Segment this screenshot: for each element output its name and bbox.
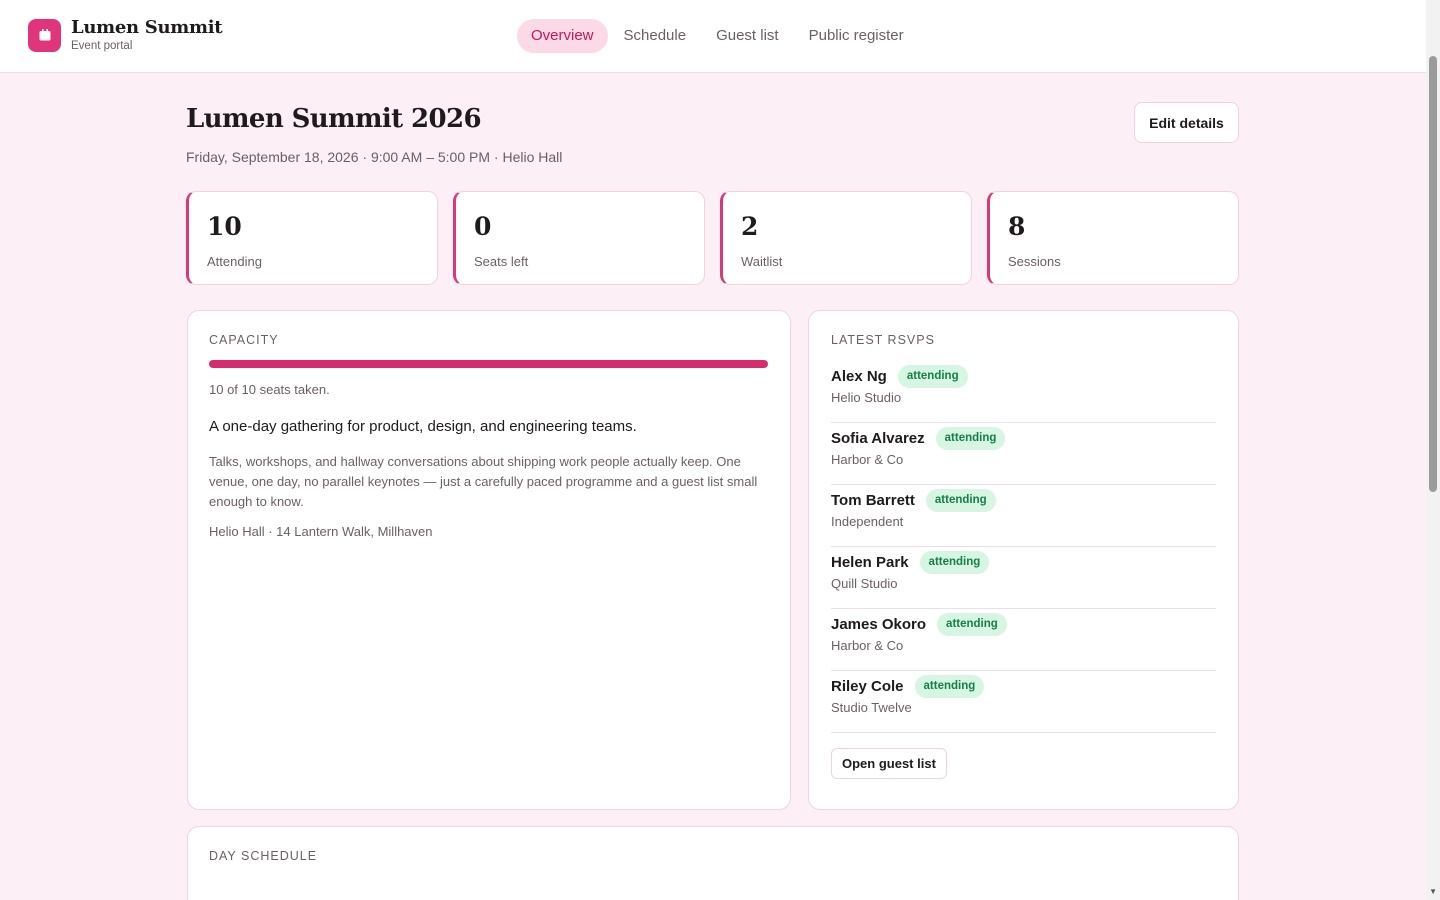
rsvp-name: Sofia Alvarez	[831, 430, 925, 447]
rsvp-item[interactable]: Helen Park attending Quill Studio	[831, 547, 1216, 609]
capacity-progress-bar	[209, 360, 768, 368]
rsvp-list: Alex Ng attending Helio Studio Sofia Alv…	[831, 361, 1216, 733]
event-subtitle: Friday, September 18, 2026 · 9:00 AM – 5…	[186, 149, 563, 165]
top-bar: Lumen Summit Event portal Overview Sched…	[0, 0, 1426, 73]
stat-label: Sessions	[1008, 254, 1061, 269]
event-description: Talks, workshops, and hallway conversati…	[209, 454, 758, 509]
stat-waitlist: 2 Waitlist	[720, 191, 972, 285]
rsvp-item[interactable]: Alex Ng attending Helio Studio	[831, 361, 1216, 423]
rsvp-name: James Okoro	[831, 616, 927, 633]
brand[interactable]: Lumen Summit Event portal	[28, 17, 223, 52]
rsvps-heading: Latest RSVPs	[831, 333, 935, 347]
capacity-note: 10 of 10 seats taken.	[209, 382, 330, 397]
status-badge: attending	[935, 427, 1006, 450]
nav-guest-list[interactable]: Guest list	[702, 19, 793, 53]
stat-seats-left: 0 Seats left	[453, 191, 705, 285]
capacity-card: Capacity 10 of 10 seats taken. A one-day…	[187, 310, 791, 810]
day-schedule-card: Day schedule	[187, 826, 1239, 900]
scroll-down-icon[interactable]: ▼	[1429, 887, 1437, 896]
stat-label: Seats left	[474, 254, 529, 269]
rsvp-org: Harbor & Co	[831, 452, 904, 467]
latest-rsvps-card: Latest RSVPs Alex Ng attending Helio Stu…	[808, 310, 1239, 810]
status-badge: attending	[937, 613, 1007, 636]
rsvp-name: Riley Cole	[831, 678, 904, 695]
rsvp-name: Helen Park	[831, 554, 909, 571]
rsvp-org: Helio Studio	[831, 390, 902, 405]
stat-sessions: 8 Sessions	[987, 191, 1239, 285]
calendar-icon	[28, 18, 61, 52]
edit-details-button[interactable]: Edit details	[1134, 102, 1239, 143]
event-lead: A one-day gathering for product, design,…	[209, 418, 637, 435]
scrollbar[interactable]: ▼	[1426, 0, 1440, 900]
stat-value: 0	[474, 212, 492, 241]
rsvp-name: Alex Ng	[831, 368, 887, 385]
status-badge: attending	[919, 551, 990, 574]
rsvp-item[interactable]: James Okoro attending Harbor & Co	[831, 609, 1216, 671]
rsvp-item[interactable]: Sofia Alvarez attending Harbor & Co	[831, 423, 1216, 485]
status-badge: attending	[897, 365, 968, 388]
brand-name: Lumen Summit	[71, 17, 223, 38]
main-nav: Overview Schedule Guest list Public regi…	[517, 19, 920, 53]
status-badge: attending	[914, 675, 985, 698]
rsvp-item[interactable]: Tom Barrett attending Independent	[831, 485, 1216, 547]
stat-label: Waitlist	[741, 254, 783, 269]
brand-subtitle: Event portal	[71, 40, 133, 52]
nav-public-register[interactable]: Public register	[795, 19, 918, 53]
scrollbar-thumb[interactable]	[1429, 56, 1437, 492]
status-badge: attending	[925, 489, 996, 512]
rsvp-org: Harbor & Co	[831, 638, 904, 653]
stat-attending: 10 Attending	[186, 191, 438, 285]
stat-value: 10	[207, 212, 242, 241]
rsvp-org: Studio Twelve	[831, 700, 912, 715]
rsvp-name: Tom Barrett	[831, 492, 915, 509]
open-guest-list-button[interactable]: Open guest list	[831, 748, 947, 779]
capacity-heading: Capacity	[209, 333, 279, 347]
rsvp-org: Quill Studio	[831, 576, 898, 591]
page-title: Lumen Summit 2026	[186, 104, 482, 134]
stat-value: 8	[1008, 212, 1026, 241]
nav-schedule[interactable]: Schedule	[610, 19, 701, 53]
rsvp-org: Independent	[831, 514, 904, 529]
rsvp-item[interactable]: Riley Cole attending Studio Twelve	[831, 671, 1216, 733]
stat-value: 2	[741, 212, 759, 241]
nav-overview[interactable]: Overview	[517, 19, 608, 53]
schedule-heading: Day schedule	[209, 849, 318, 863]
stat-label: Attending	[207, 254, 262, 269]
event-address: Helio Hall · 14 Lantern Walk, Millhaven	[209, 524, 433, 539]
